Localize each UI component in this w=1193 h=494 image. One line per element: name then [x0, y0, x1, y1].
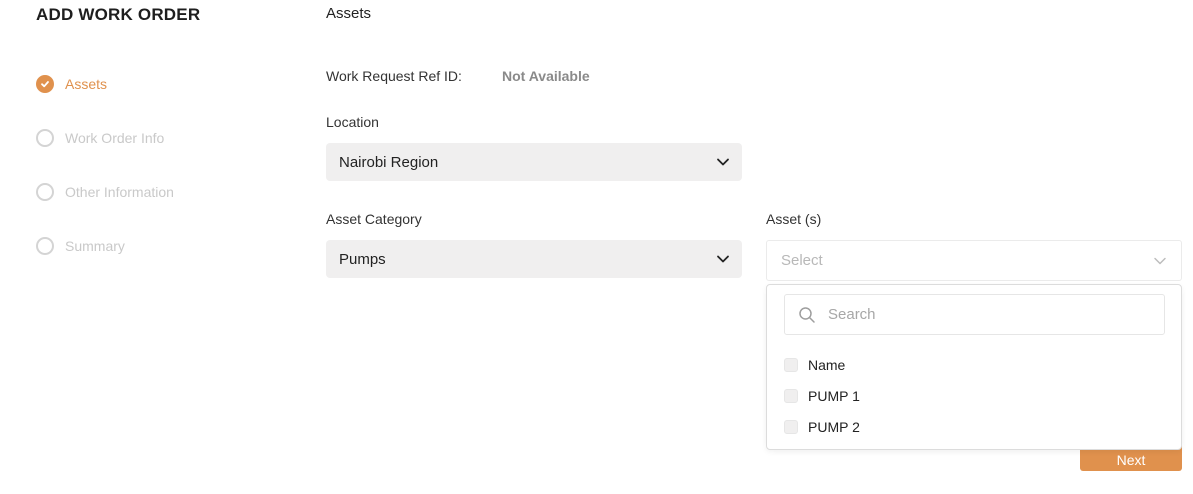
search-input[interactable]	[828, 306, 1148, 323]
location-select[interactable]: Nairobi Region	[326, 143, 742, 181]
circle-icon	[36, 237, 54, 255]
search-icon	[799, 306, 815, 323]
step-label: Work Order Info	[65, 130, 165, 146]
option-label: Name	[808, 357, 846, 373]
work-request-ref-value: Not Available	[502, 68, 590, 84]
chevron-down-icon	[1154, 257, 1166, 264]
step-other-information[interactable]: Other Information	[36, 182, 276, 202]
check-icon	[36, 75, 54, 93]
work-request-ref-label: Work Request Ref ID:	[326, 68, 462, 84]
assets-dropdown: Name PUMP 1 PUMP 2	[766, 284, 1182, 450]
checkbox[interactable]	[784, 389, 798, 403]
chevron-down-icon	[717, 158, 729, 166]
assets-label: Asset (s)	[766, 211, 822, 227]
option-label: PUMP 1	[808, 388, 860, 404]
option-name[interactable]: Name	[784, 355, 845, 375]
option-pump-2[interactable]: PUMP 2	[784, 417, 860, 437]
checkbox[interactable]	[784, 420, 798, 434]
asset-category-value: Pumps	[339, 250, 386, 268]
assets-placeholder: Select	[781, 252, 823, 269]
assets-select[interactable]: Select	[766, 240, 1182, 281]
asset-category-label: Asset Category	[326, 211, 422, 227]
step-label: Summary	[65, 238, 125, 254]
checkbox[interactable]	[784, 358, 798, 372]
asset-category-select[interactable]: Pumps	[326, 240, 742, 278]
circle-icon	[36, 183, 54, 201]
circle-icon	[36, 129, 54, 147]
section-title: Assets	[326, 5, 372, 22]
option-pump-1[interactable]: PUMP 1	[784, 386, 860, 406]
step-assets[interactable]: Assets	[36, 74, 276, 94]
option-label: PUMP 2	[808, 419, 860, 435]
page-title: ADD WORK ORDER	[36, 5, 201, 24]
search-box	[784, 294, 1165, 335]
chevron-down-icon	[717, 255, 729, 263]
step-label: Other Information	[65, 184, 174, 200]
step-summary[interactable]: Summary	[36, 236, 276, 256]
location-value: Nairobi Region	[339, 153, 439, 171]
location-label: Location	[326, 114, 379, 130]
step-work-order-info[interactable]: Work Order Info	[36, 128, 276, 148]
step-label: Assets	[65, 76, 108, 92]
